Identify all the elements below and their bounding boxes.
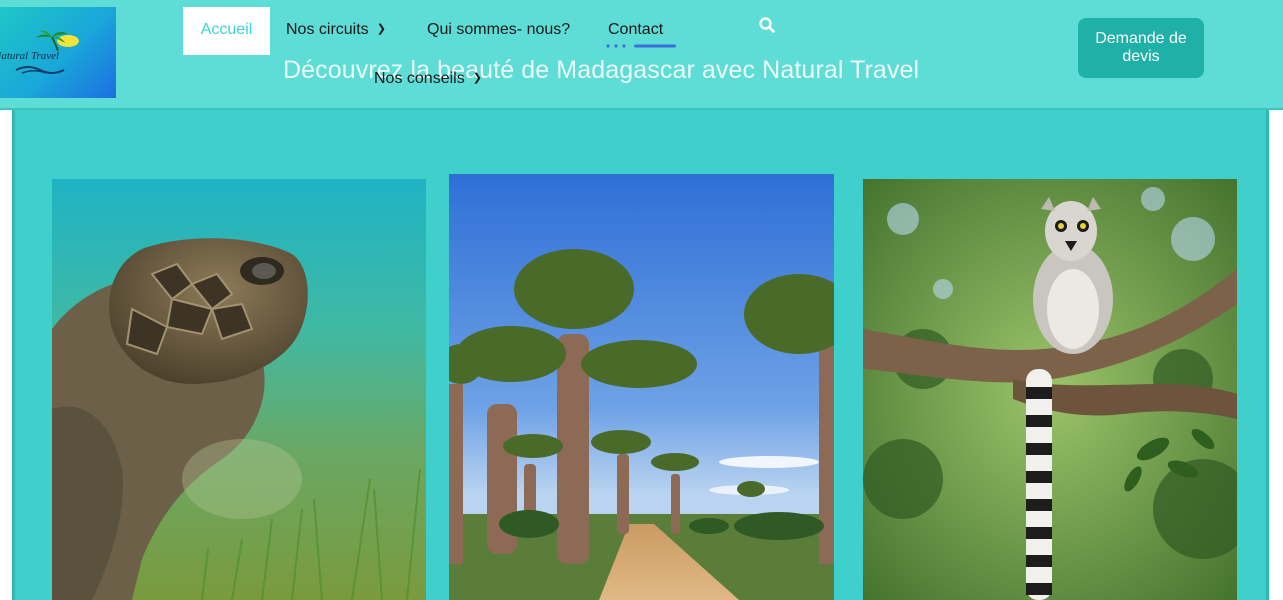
nav-item-label: Qui sommes- nous? bbox=[427, 21, 571, 38]
gallery-image-lemur[interactable] bbox=[863, 179, 1237, 600]
header-divider bbox=[0, 108, 1283, 110]
nav-item-nos-circuits[interactable]: Nos circuits ❯ bbox=[286, 21, 386, 39]
chevron-down-icon: ❯ bbox=[376, 23, 386, 35]
nav-item-label: Nos circuits bbox=[286, 21, 369, 38]
nav-item-contact[interactable]: Contact bbox=[608, 21, 663, 39]
ring-tailed-lemur-photo bbox=[863, 179, 1237, 600]
nav-item-nos-conseils[interactable]: Nos conseils ❯ bbox=[374, 70, 482, 88]
nav-item-label: Nos conseils bbox=[374, 70, 465, 87]
nav-item-label: Accueil bbox=[200, 21, 253, 38]
sea-turtle-photo bbox=[52, 179, 426, 600]
gallery-image-baobab-avenue[interactable] bbox=[449, 174, 834, 600]
baobab-avenue-photo bbox=[449, 174, 834, 600]
nav-item-label: Contact bbox=[608, 21, 664, 38]
gallery-image-sea-turtle[interactable] bbox=[52, 179, 426, 600]
nav-item-accueil[interactable]: Accueil bbox=[183, 7, 270, 55]
logo-text: Natural Travel bbox=[0, 50, 60, 62]
wave-icon bbox=[15, 66, 65, 74]
chevron-down-icon: ❯ bbox=[472, 72, 482, 84]
nav-hover-underline bbox=[606, 44, 676, 48]
nav-item-qui-sommes-nous[interactable]: Qui sommes- nous? bbox=[427, 21, 570, 39]
site-logo[interactable]: Natural Travel bbox=[0, 7, 116, 98]
quote-request-button[interactable]: Demande de devis bbox=[1078, 18, 1204, 78]
search-icon[interactable] bbox=[758, 16, 776, 34]
